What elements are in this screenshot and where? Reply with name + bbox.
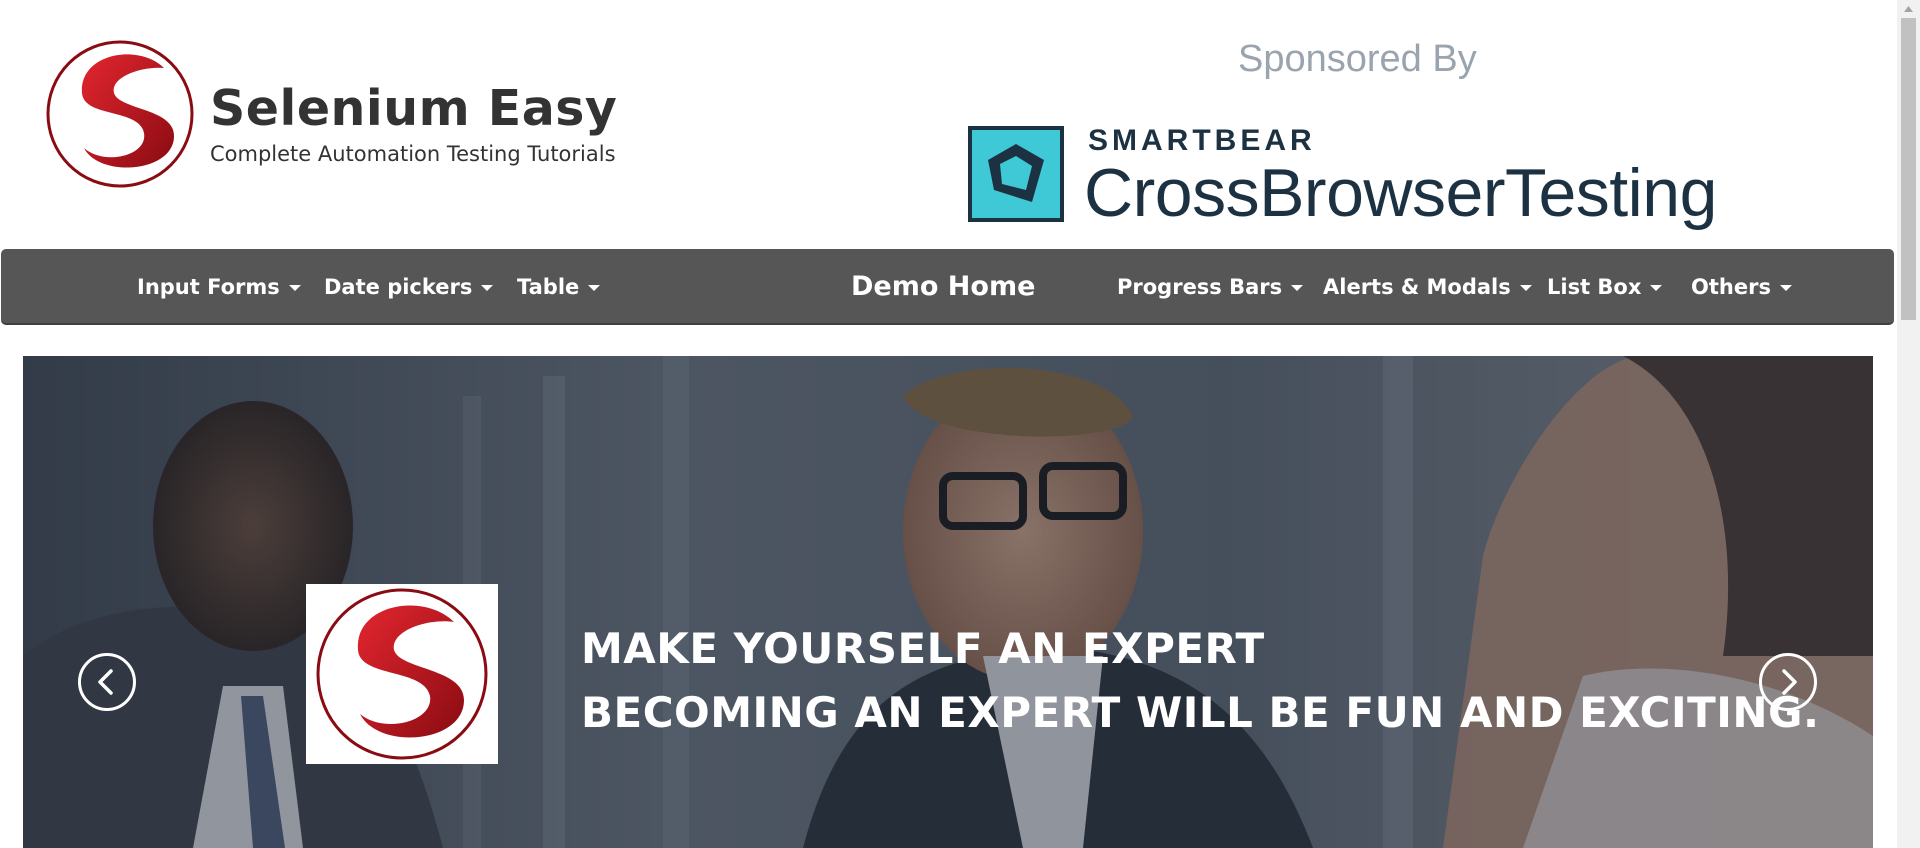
chevron-left-icon (98, 669, 113, 695)
nav-alerts-modals[interactable]: Alerts & Modals (1323, 249, 1532, 325)
caret-down-icon (1519, 285, 1532, 291)
main-navbar: Input Forms Date pickers Table Demo Home… (1, 249, 1894, 325)
sponsor-large-text: CrossBrowserTesting (1084, 155, 1717, 231)
nav-label: List Box (1547, 275, 1642, 299)
scroll-up-arrow-icon[interactable] (1897, 0, 1920, 18)
slide-heading: MAKE YOURSELF AN EXPERT (581, 624, 1265, 673)
chevron-right-icon (1782, 669, 1797, 695)
sponsor-logo[interactable]: SMARTBEAR CrossBrowserTesting (968, 124, 1720, 236)
nav-others[interactable]: Others (1691, 249, 1792, 325)
nav-date-pickers[interactable]: Date pickers (324, 249, 494, 325)
page-scrollbar[interactable] (1897, 0, 1920, 848)
nav-demo-home[interactable]: Demo Home (851, 249, 1035, 325)
nav-label: Input Forms (137, 275, 280, 299)
caret-down-icon (1291, 285, 1304, 291)
nav-input-forms[interactable]: Input Forms (137, 249, 301, 325)
brand-subtitle: Complete Automation Testing Tutorials (210, 142, 616, 166)
carousel-prev-button[interactable] (78, 653, 136, 711)
nav-label: Progress Bars (1117, 275, 1283, 299)
nav-table[interactable]: Table (517, 249, 601, 325)
selenium-easy-logo-icon (46, 40, 194, 188)
nav-label: Alerts & Modals (1323, 275, 1511, 299)
caret-down-icon (288, 285, 301, 291)
carousel-overlay (23, 356, 1873, 848)
caret-down-icon (481, 285, 494, 291)
nav-label: Table (517, 275, 580, 299)
scrollbar-thumb[interactable] (1901, 18, 1916, 320)
smartbear-mark-icon (968, 126, 1064, 222)
nav-progress-bars[interactable]: Progress Bars (1117, 249, 1304, 325)
caret-down-icon (588, 285, 601, 291)
nav-label: Date pickers (324, 275, 473, 299)
hero-carousel: MAKE YOURSELF AN EXPERT BECOMING AN EXPE… (23, 356, 1873, 848)
nav-list-box[interactable]: List Box (1547, 249, 1663, 325)
slide-caption: BECOMING AN EXPERT WILL BE FUN AND EXCIT… (581, 688, 1820, 737)
brand-title: Selenium Easy (210, 80, 618, 137)
sponsor-label: Sponsored By (1238, 38, 1477, 80)
nav-label: Others (1691, 275, 1771, 299)
caret-down-icon (1650, 285, 1663, 291)
selenium-easy-logo-icon (316, 588, 488, 760)
slide-logo (306, 584, 498, 764)
carousel-next-button[interactable] (1759, 653, 1817, 711)
site-logo[interactable]: Selenium Easy Complete Automation Testin… (44, 38, 644, 198)
sponsor-small-text: SMARTBEAR (1088, 124, 1316, 157)
caret-down-icon (1779, 285, 1792, 291)
